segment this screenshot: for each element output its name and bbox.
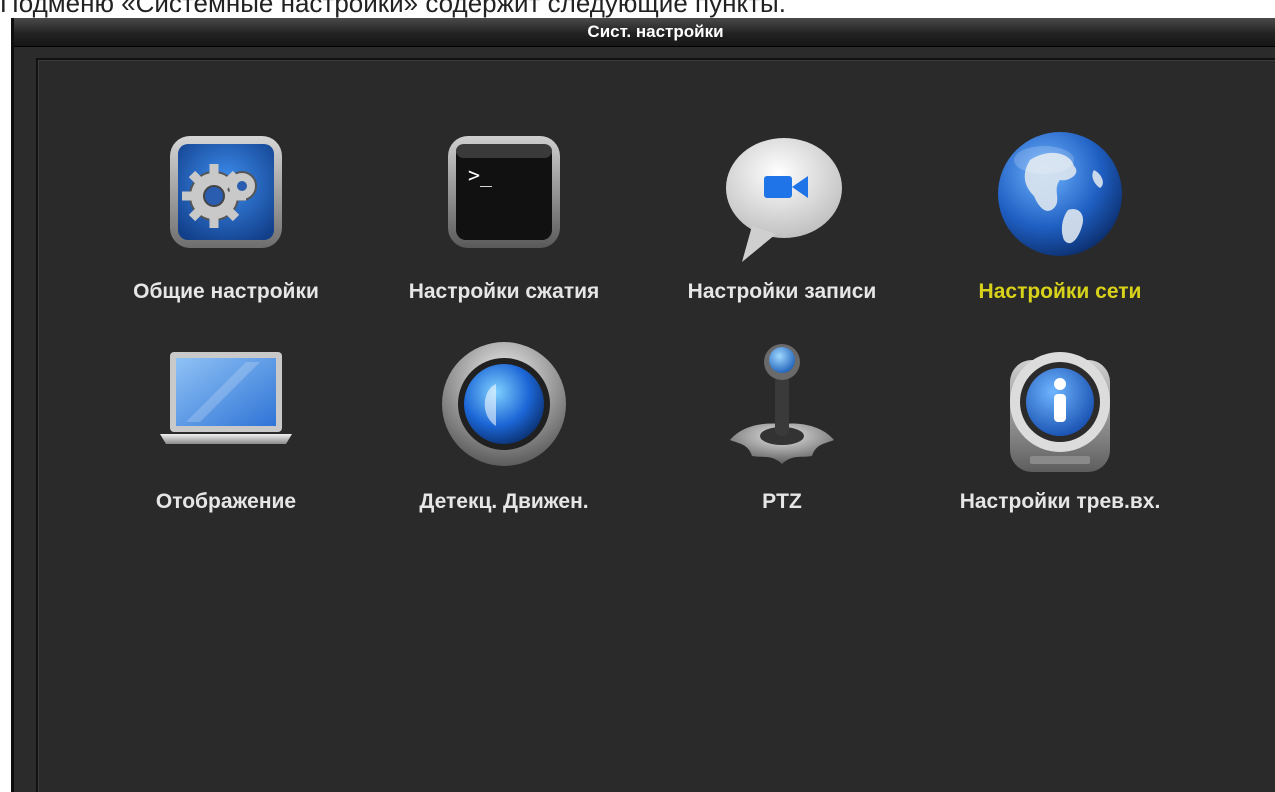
video-chat-icon bbox=[712, 130, 852, 270]
menu-item-label: Настройки трев.вх. bbox=[959, 490, 1161, 513]
dialog-titlebar: Сист. настройки bbox=[14, 18, 1275, 47]
laptop-icon bbox=[156, 340, 296, 480]
menu-item-label: Настройки записи bbox=[687, 280, 877, 303]
menu-item-display[interactable]: Отображение bbox=[96, 340, 356, 540]
menu-item-label: Настройки сжатия bbox=[408, 280, 600, 303]
system-settings-dialog: Сист. настройки Общие настройки >_ Настр… bbox=[11, 18, 1275, 792]
globe-icon bbox=[990, 130, 1130, 270]
menu-item-label: Настройки сети bbox=[978, 280, 1142, 303]
joystick-icon bbox=[712, 340, 852, 480]
menu-item-motion-detection[interactable]: Детекц. Движен. bbox=[374, 340, 634, 540]
alarm-info-icon bbox=[990, 340, 1130, 480]
menu-item-network-settings[interactable]: Настройки сети bbox=[930, 130, 1190, 330]
document-caption: Подменю «Системные настройки» содержит с… bbox=[0, 0, 786, 18]
menu-item-general-settings[interactable]: Общие настройки bbox=[96, 130, 356, 330]
dialog-title: Сист. настройки bbox=[587, 22, 724, 41]
settings-panel: Общие настройки >_ Настройки сжатия Наст… bbox=[36, 58, 1275, 792]
gear-icon bbox=[156, 130, 296, 270]
menu-item-label: Общие настройки bbox=[133, 280, 319, 303]
menu-item-label: Отображение bbox=[155, 490, 297, 513]
menu-item-alarm-input-settings[interactable]: Настройки трев.вх. bbox=[930, 340, 1190, 540]
menu-item-compression-settings[interactable]: >_ Настройки сжатия bbox=[374, 130, 634, 330]
menu-item-ptz[interactable]: PTZ bbox=[652, 340, 912, 540]
menu-item-label: Детекц. Движен. bbox=[419, 490, 589, 513]
menu-item-label: PTZ bbox=[762, 490, 802, 513]
terminal-icon: >_ bbox=[434, 130, 574, 270]
svg-text:>_: >_ bbox=[468, 163, 493, 187]
motion-lens-icon bbox=[434, 340, 574, 480]
menu-item-recording-settings[interactable]: Настройки записи bbox=[652, 130, 912, 330]
